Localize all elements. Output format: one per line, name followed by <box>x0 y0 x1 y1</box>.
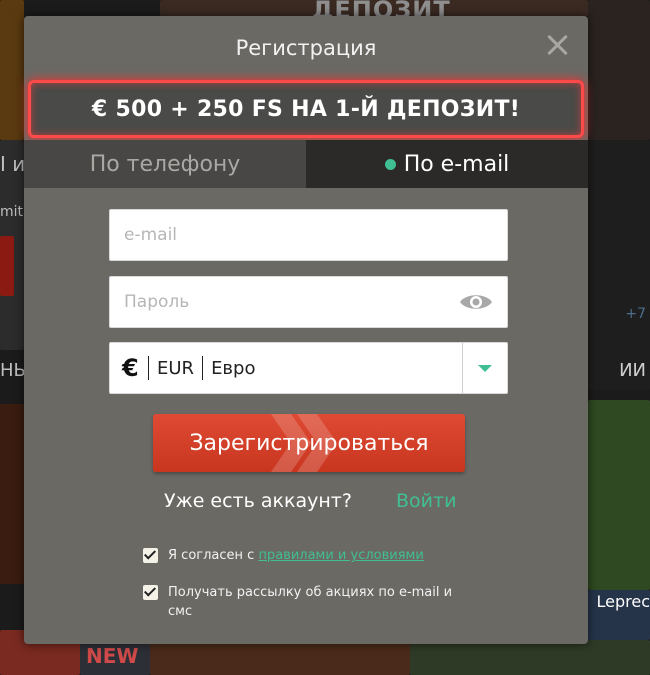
currency-code: EUR <box>157 357 195 379</box>
separator <box>148 356 149 380</box>
dropdown-divider <box>462 343 463 393</box>
bg-tile <box>0 404 24 584</box>
chevron-down-icon[interactable] <box>478 365 492 372</box>
terms-checkbox[interactable] <box>143 548 158 563</box>
tab-phone[interactable]: По телефону <box>24 140 306 188</box>
tab-phone-label: По телефону <box>89 151 241 177</box>
bg-tile <box>0 236 14 296</box>
register-button-label: Зарегистрироваться <box>189 430 429 456</box>
terms-link[interactable]: правилами и условиями <box>258 548 423 563</box>
currency-name: Евро <box>211 357 256 379</box>
modal-title: Регистрация <box>235 36 377 60</box>
bg-game-title: Leprec <box>596 592 650 611</box>
bg-tile <box>410 640 650 675</box>
terms-row: Я согласен с правилами и условиями <box>143 546 468 565</box>
promo-text: € 500 + 250 FS НА 1-Й ДЕПОЗИТ! <box>91 96 521 122</box>
registration-modal: Регистрация € 500 + 250 FS НА 1-Й ДЕПОЗИ… <box>24 16 588 644</box>
bg-tile <box>0 0 24 140</box>
tab-email-label: По e-mail <box>403 151 510 177</box>
separator <box>202 356 204 380</box>
currency-select[interactable]: € EUR Евро <box>109 342 508 394</box>
bg-tile <box>588 400 650 590</box>
tab-email[interactable]: По e-mail <box>306 140 588 188</box>
registration-tabs: По телефону По e-mail <box>24 140 588 188</box>
email-input[interactable] <box>110 210 507 260</box>
login-link[interactable]: Войти <box>396 490 456 512</box>
terms-label: Я согласен с правилами и условиями <box>168 546 468 565</box>
email-field-wrapper <box>109 209 508 261</box>
terms-prefix: Я согласен с <box>168 548 259 563</box>
register-button[interactable]: Зарегистрироваться <box>153 414 465 472</box>
bg-tile <box>588 0 650 140</box>
bg-tile <box>150 640 410 675</box>
promo-banner: € 500 + 250 FS НА 1-Й ДЕПОЗИТ! <box>28 80 584 138</box>
eye-icon[interactable] <box>459 291 493 313</box>
bg-right-text: ИИ <box>619 360 646 381</box>
newsletter-label: Получать рассылку об акциях по e-mail и … <box>168 585 453 619</box>
bg-new-badge: NEW <box>86 644 139 668</box>
password-field-wrapper <box>109 276 508 328</box>
active-dot-icon <box>384 158 396 170</box>
password-input[interactable] <box>110 277 507 327</box>
newsletter-checkbox[interactable] <box>143 585 158 600</box>
newsletter-row: Получать рассылку об акциях по e-mail и … <box>143 583 468 621</box>
bg-right-small: +7 <box>625 306 646 322</box>
modal-header: Регистрация <box>24 16 588 82</box>
bg-left-text: I и <box>0 152 26 176</box>
login-row: Уже есть аккаунт? Войти <box>24 490 588 520</box>
have-account-text: Уже есть аккаунт? <box>164 490 352 512</box>
close-icon[interactable] <box>544 32 570 58</box>
euro-icon: € <box>122 354 139 382</box>
bg-left-text: mit <box>0 204 24 220</box>
bg-tile <box>588 140 650 390</box>
